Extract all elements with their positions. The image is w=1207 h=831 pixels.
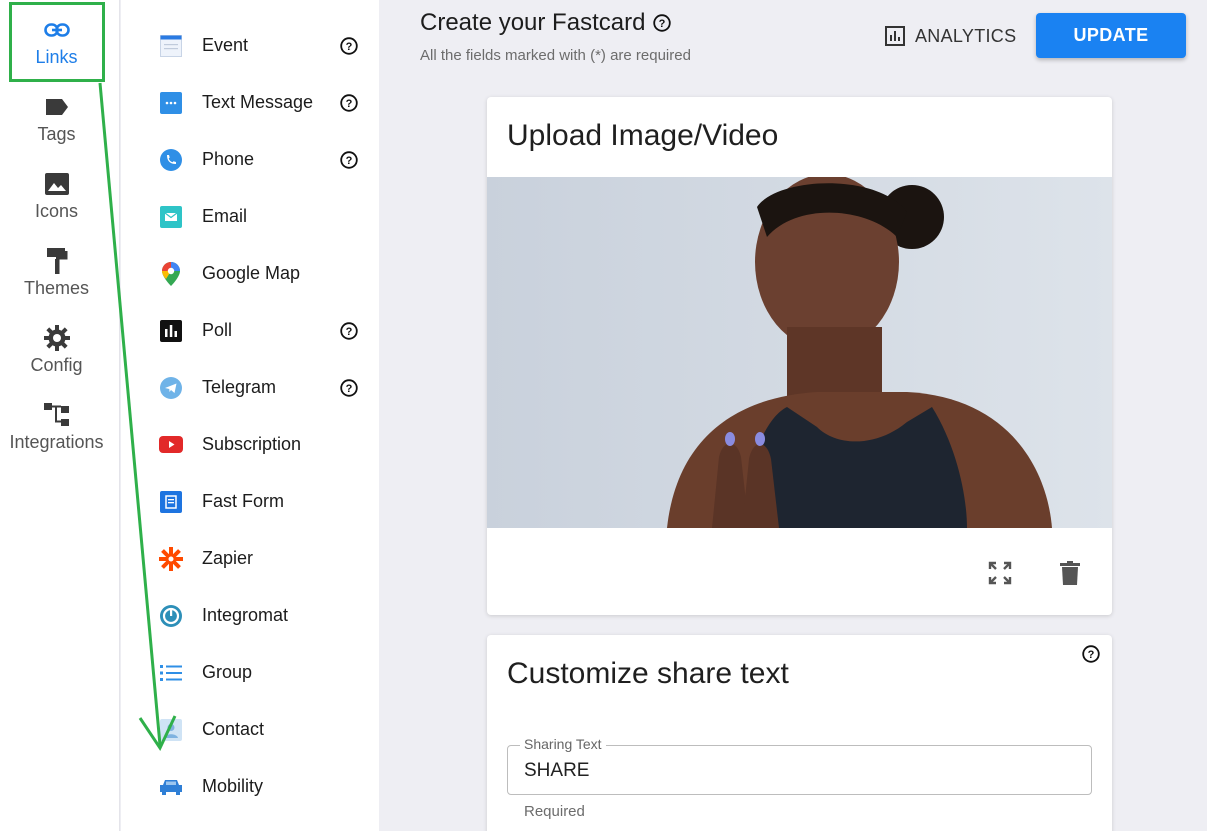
link-type-label: Telegram — [202, 377, 277, 397]
link-type-zapier[interactable]: Zapier — [121, 530, 379, 587]
email-icon — [159, 205, 183, 229]
help-icon[interactable]: ? — [339, 93, 359, 113]
link-type-google-map[interactable]: Google Map — [121, 245, 379, 302]
rail-item-integrations[interactable]: Integrations — [0, 390, 113, 467]
rail-item-themes[interactable]: Themes — [0, 236, 113, 313]
sharing-text-helper: Required — [524, 803, 585, 820]
link-type-label: Mobility — [202, 776, 264, 796]
link-type-phone[interactable]: Phone ? — [121, 131, 379, 188]
help-icon[interactable]: ? — [653, 14, 672, 32]
link-type-contact[interactable]: Contact — [121, 701, 379, 758]
rail-label: Config — [30, 355, 83, 375]
message-icon — [159, 91, 183, 115]
update-button[interactable]: UPDATE — [1036, 13, 1186, 58]
telegram-icon — [159, 376, 183, 400]
link-type-subscription[interactable]: Subscription — [121, 416, 379, 473]
rail-item-tags[interactable]: Tags — [0, 82, 113, 159]
form-icon — [159, 490, 183, 514]
svg-text:?: ? — [346, 98, 353, 110]
link-type-label: Group — [202, 662, 253, 682]
page-subtitle: All the fields marked with (*) are requi… — [420, 47, 691, 64]
share-text-card: Customize share text ? Sharing Text Requ… — [487, 635, 1112, 831]
help-icon[interactable]: ? — [1082, 645, 1102, 665]
map-pin-icon — [159, 261, 183, 286]
phone-icon — [159, 148, 183, 172]
upload-media-card: Upload Image/Video — [487, 97, 1112, 615]
fullscreen-icon[interactable] — [986, 559, 1014, 587]
help-icon[interactable]: ? — [339, 378, 359, 398]
link-type-label: Phone — [202, 149, 255, 169]
tag-icon — [44, 96, 70, 118]
annotation-highlight-box — [9, 2, 105, 82]
left-nav-rail: Links Tags Icons Themes Config Integrati… — [0, 0, 120, 831]
svg-text:?: ? — [659, 18, 666, 30]
link-type-label: Text Message — [202, 92, 314, 112]
sharing-text-label: Sharing Text — [520, 736, 606, 752]
link-type-label: Google Map — [202, 263, 301, 283]
page-title: Create your Fastcard ? — [420, 9, 672, 37]
analytics-icon — [885, 26, 905, 46]
link-type-label: Subscription — [202, 434, 302, 454]
link-type-label: Poll — [202, 320, 233, 340]
link-type-list: Event ? Text Message ? Phone ? Email Goo… — [121, 0, 379, 831]
share-card-title: Customize share text — [507, 657, 789, 690]
link-type-label: Zapier — [202, 548, 254, 568]
zapier-icon — [159, 546, 183, 571]
link-type-label: Email — [202, 206, 248, 226]
link-type-label: Fast Form — [202, 491, 285, 511]
paint-roller-icon — [44, 248, 70, 274]
link-type-event[interactable]: Event ? — [121, 17, 379, 74]
link-type-label: Contact — [202, 719, 265, 739]
help-icon[interactable]: ? — [339, 36, 359, 56]
rail-label: Tags — [37, 124, 76, 144]
rail-item-icons[interactable]: Icons — [0, 159, 113, 236]
integrations-icon — [43, 403, 70, 426]
media-actions — [986, 559, 1084, 587]
link-type-integromat[interactable]: Integromat — [121, 587, 379, 644]
link-type-group[interactable]: Group — [121, 644, 379, 701]
link-type-fast-form[interactable]: Fast Form — [121, 473, 379, 530]
link-type-email[interactable]: Email — [121, 188, 379, 245]
link-type-mobility[interactable]: Mobility — [121, 758, 379, 815]
svg-text:?: ? — [346, 383, 353, 395]
list-icon — [159, 661, 183, 685]
sharing-text-field: Sharing Text — [507, 736, 1092, 795]
calendar-icon — [159, 34, 183, 58]
link-type-telegram[interactable]: Telegram ? — [121, 359, 379, 416]
gear-icon — [43, 325, 70, 351]
upload-card-title: Upload Image/Video — [507, 119, 779, 152]
svg-text:?: ? — [346, 155, 353, 167]
svg-text:?: ? — [1088, 649, 1095, 661]
rail-label: Themes — [23, 278, 90, 298]
rail-label: Icons — [34, 201, 79, 221]
sharing-text-input[interactable] — [524, 760, 1064, 782]
contact-icon — [159, 718, 183, 742]
link-type-label: Event — [202, 35, 249, 55]
image-icon — [44, 173, 70, 195]
link-type-label: Integromat — [202, 605, 289, 625]
integromat-icon — [159, 604, 183, 628]
page-title-text: Create your Fastcard — [420, 9, 646, 36]
analytics-button[interactable]: ANALYTICS — [885, 22, 1016, 50]
help-icon[interactable]: ? — [339, 150, 359, 170]
svg-text:?: ? — [346, 41, 353, 53]
rail-item-config[interactable]: Config — [0, 313, 113, 390]
uploaded-image — [487, 177, 1112, 528]
link-type-text-message[interactable]: Text Message ? — [121, 74, 379, 131]
poll-icon — [159, 319, 183, 343]
help-icon[interactable]: ? — [339, 321, 359, 341]
rail-label: Integrations — [9, 432, 104, 452]
svg-text:?: ? — [346, 326, 353, 338]
link-type-poll[interactable]: Poll ? — [121, 302, 379, 359]
analytics-label: ANALYTICS — [915, 25, 1017, 46]
car-icon — [159, 775, 183, 799]
delete-icon[interactable] — [1056, 559, 1084, 587]
youtube-icon — [159, 433, 183, 457]
